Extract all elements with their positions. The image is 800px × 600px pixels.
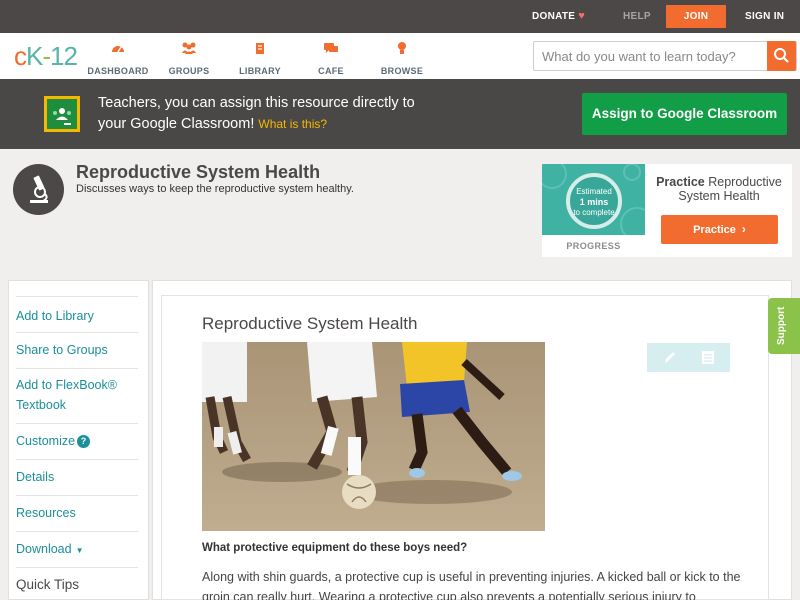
article-body: Along with shin guards, a protective cup… bbox=[202, 570, 741, 600]
sign-in-link[interactable]: SIGN IN bbox=[745, 0, 784, 33]
search-icon bbox=[774, 48, 789, 63]
nav-groups[interactable]: GROUPS bbox=[154, 41, 224, 79]
nav-dashboard-label: DASHBOARD bbox=[87, 66, 149, 76]
ck12-logo[interactable]: cK-12 bbox=[14, 41, 78, 72]
quick-tips-heading[interactable]: Quick Tips bbox=[16, 577, 79, 592]
image-caption: What protective equipment do these boys … bbox=[202, 542, 468, 554]
assign-to-google-classroom-button[interactable]: Assign to Google Classroom bbox=[582, 93, 787, 135]
estimate-line1: Estimated bbox=[576, 187, 612, 196]
estimate-line2: 1 mins bbox=[579, 197, 609, 207]
progress-practice-card: Estimated 1 mins to complete PROGRESS Pr… bbox=[542, 164, 792, 257]
help-icon[interactable]: ? bbox=[77, 435, 91, 448]
nav-cafe[interactable]: CAFE bbox=[296, 41, 366, 79]
donate-link[interactable]: DONATE ♥ bbox=[532, 0, 585, 33]
logo-dash: - bbox=[42, 41, 51, 71]
sidebar-item-label: Resources bbox=[16, 506, 76, 520]
sidebar-item-label: Add to FlexBook® Textbook bbox=[16, 378, 117, 412]
annotation-toolbar bbox=[647, 343, 730, 372]
classroom-text-line2: your Google Classroom! bbox=[98, 116, 255, 132]
concept-title: Reproductive System Health bbox=[76, 162, 321, 182]
search-input[interactable] bbox=[542, 46, 764, 66]
progress-label: PROGRESS bbox=[566, 241, 621, 251]
google-classroom-icon bbox=[44, 96, 80, 132]
help-link[interactable]: HELP bbox=[623, 0, 651, 33]
sidebar-item-details[interactable]: Details bbox=[16, 460, 138, 496]
search-box bbox=[533, 41, 797, 71]
top-bar: DONATE ♥ HELP JOIN SIGN IN bbox=[0, 0, 800, 33]
logo-number: 12 bbox=[50, 41, 78, 71]
nav-browse-label: BROWSE bbox=[380, 66, 424, 76]
estimate-ring: Estimated 1 mins to complete bbox=[566, 173, 622, 229]
nav-bar: cK-12 DASHBOARD GROUPS LIBRARY CAFE BROW… bbox=[0, 33, 800, 79]
logo-c: c bbox=[14, 41, 27, 71]
practice-button-label: Practice bbox=[693, 224, 736, 236]
what-is-this-link[interactable]: What is this? bbox=[258, 117, 327, 131]
dashboard-icon bbox=[112, 46, 124, 53]
classroom-message: Teachers, you can assign this resource d… bbox=[98, 93, 538, 135]
sidebar-item-resources[interactable]: Resources bbox=[16, 496, 138, 532]
concept-subtitle: Discusses ways to keep the reproductive … bbox=[76, 183, 354, 195]
sidebar-item-add-to-library[interactable]: Add to Library bbox=[16, 296, 138, 333]
nav-groups-label: GROUPS bbox=[168, 66, 210, 76]
article-title: Reproductive System Health bbox=[202, 314, 418, 333]
sidebar-item-label: Download bbox=[16, 542, 72, 556]
practice-button[interactable]: Practice › bbox=[661, 215, 778, 244]
heart-icon: ♥ bbox=[578, 10, 586, 22]
sidebar-item-label: Details bbox=[16, 470, 55, 484]
sidebar-item-customize[interactable]: Customize? bbox=[16, 424, 138, 460]
search-button[interactable] bbox=[767, 41, 796, 71]
progress-panel: Estimated 1 mins to complete bbox=[542, 164, 645, 235]
sidebar-item-label: Customize bbox=[16, 434, 76, 448]
microscope-icon bbox=[13, 164, 64, 215]
nav-cafe-label: CAFE bbox=[318, 66, 344, 76]
google-classroom-banner: Teachers, you can assign this resource d… bbox=[0, 79, 800, 149]
soccer-players-image bbox=[202, 342, 545, 531]
logo-k: K bbox=[26, 41, 43, 71]
library-icon bbox=[256, 43, 264, 54]
practice-title: Practice Reproductive System Health bbox=[650, 175, 788, 203]
support-label: Support bbox=[776, 306, 787, 345]
nav-dashboard[interactable]: DASHBOARD bbox=[83, 41, 153, 79]
support-tab[interactable]: Support bbox=[768, 298, 800, 354]
cafe-icon bbox=[324, 43, 338, 53]
join-button[interactable]: JOIN bbox=[666, 5, 726, 28]
chevron-right-icon: › bbox=[741, 222, 746, 236]
groups-icon bbox=[182, 42, 196, 54]
sidebar-item-label: Share to Groups bbox=[16, 343, 108, 357]
caret-down-icon: ▼ bbox=[75, 546, 84, 555]
nav-browse[interactable]: BROWSE bbox=[367, 41, 437, 79]
sidebar-item-download[interactable]: Download ▼ bbox=[16, 532, 138, 568]
classroom-text-line1: Teachers, you can assign this resource d… bbox=[98, 95, 415, 111]
nav-library[interactable]: LIBRARY bbox=[225, 41, 295, 79]
notes-icon[interactable] bbox=[700, 349, 716, 366]
donate-label: DONATE bbox=[532, 11, 576, 22]
practice-title-bold: Practice bbox=[656, 175, 705, 189]
pencil-icon[interactable] bbox=[661, 349, 677, 366]
sidebar-item-share-to-groups[interactable]: Share to Groups bbox=[16, 333, 138, 369]
estimate-line3: to complete bbox=[573, 208, 615, 217]
sidebar-item-label: Add to Library bbox=[16, 309, 94, 323]
sidebar-item-add-to-flexbook[interactable]: Add to FlexBook® Textbook bbox=[16, 369, 138, 424]
browse-icon bbox=[398, 42, 406, 54]
nav-library-label: LIBRARY bbox=[239, 66, 281, 76]
